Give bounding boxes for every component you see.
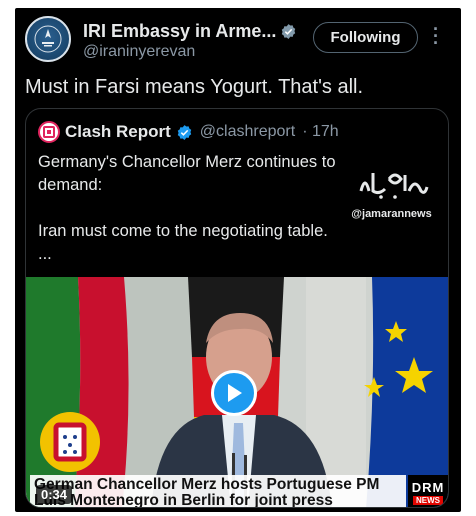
drm-logo-sub: NEWS [413, 495, 443, 505]
quoted-author-handle[interactable]: @clashreport [200, 123, 295, 141]
quoted-text-line2: Iran must come to the negotiating table. [38, 222, 328, 240]
drm-logo-text: DRM [411, 479, 445, 495]
clash-report-logo-icon [43, 126, 55, 138]
quoted-tweet-header: Clash Report @clashreport · 17h [38, 121, 339, 143]
author-name[interactable]: IRI Embassy in Arme... [83, 21, 297, 42]
play-icon [228, 384, 242, 402]
quoted-text-line3: ... [38, 245, 52, 263]
jamaran-watermark: @jamarannews [344, 167, 439, 220]
jamaran-logo-icon [359, 173, 428, 199]
quoted-tweet-text: Germany's Chancellor Merz continues to d… [38, 151, 378, 266]
video-caption-banner: German Chancellor Merz hosts Portuguese … [30, 475, 406, 507]
quoted-tweet[interactable]: Clash Report @clashreport · 17h Germany'… [25, 108, 449, 508]
tweet-text: Must in Farsi means Yogurt. That's all. [25, 76, 364, 98]
quoted-tweet-time[interactable]: · 17h [302, 123, 338, 141]
embassy-emblem-icon [34, 25, 62, 53]
verified-badge-blue-icon [177, 124, 192, 140]
author-name-text: IRI Embassy in Arme... [83, 21, 277, 41]
quoted-text-line1: Germany's Chancellor Merz continues to d… [38, 153, 336, 194]
video-duration-badge: 0:34 [36, 485, 73, 504]
play-button[interactable] [211, 370, 257, 416]
more-options-icon[interactable]: · · · [429, 20, 443, 52]
watermark-handle: @jamarannews [351, 208, 432, 220]
verified-badge-gray-icon [282, 24, 296, 39]
quoted-author-name[interactable]: Clash Report [65, 122, 171, 142]
author-avatar[interactable] [25, 16, 71, 62]
video-player[interactable]: German Chancellor Merz hosts Portuguese … [26, 277, 448, 507]
drm-news-logo: DRM NEWS [408, 475, 448, 507]
following-button[interactable]: Following [313, 22, 418, 53]
quoted-author-avatar[interactable] [38, 121, 60, 143]
tweet-card: IRI Embassy in Arme... @iraninyerevan Fo… [15, 8, 461, 512]
author-handle[interactable]: @iraninyerevan [83, 43, 195, 61]
